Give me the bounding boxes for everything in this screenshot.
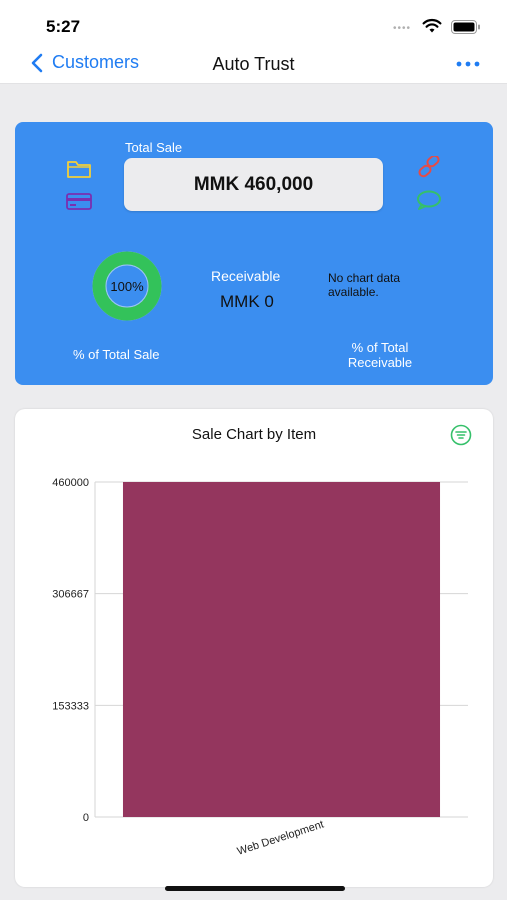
total-sale-label: Total Sale: [125, 140, 183, 155]
receivable-label: Receivable: [211, 268, 281, 284]
status-time: 5:27: [46, 17, 81, 36]
chart-title: Sale Chart by Item: [191, 426, 317, 443]
y-tick-label: 306667: [52, 589, 89, 601]
total-sale-donut-chart: 100%: [85, 250, 169, 322]
bar: [122, 482, 441, 817]
credit-card-icon[interactable]: [65, 190, 93, 212]
total-sale-value: MMK 460,000: [124, 158, 383, 211]
link-icon[interactable]: [415, 156, 443, 178]
wifi-icon: [422, 18, 442, 33]
y-tick-label: 0: [83, 812, 89, 824]
pct-total-receivable-label: % of Total Receivable: [347, 340, 413, 370]
no-chart-data-message: No chart data available.: [328, 271, 401, 299]
status-bar: 5:27 ••••: [0, 0, 507, 46]
receivable-value: MMK 0: [220, 292, 274, 311]
pct-total-sale-label: % of Total Sale: [73, 347, 160, 362]
x-tick-label: Web Development: [236, 818, 326, 857]
filter-icon[interactable]: [450, 424, 472, 446]
home-indicator: [165, 886, 345, 891]
more-options-icon[interactable]: [455, 54, 481, 74]
y-tick-label: 153333: [52, 700, 89, 712]
sales-summary-card: Total Sale MMK 460,000 100% Receivable M…: [15, 122, 493, 385]
signal-dots-icon: ••••: [393, 23, 412, 34]
folder-icon[interactable]: [65, 158, 93, 180]
page-title: Auto Trust: [212, 54, 295, 74]
donut-percent-label: 100%: [110, 278, 144, 294]
chat-bubble-icon[interactable]: [415, 189, 443, 211]
sale-bar-chart: 460000 306667 153333 0 Web Development: [52, 477, 468, 858]
y-tick-label: 460000: [52, 477, 89, 489]
sale-chart-card: 460000 306667 153333 0 Web Development Sale …: [15, 409, 493, 887]
navigation-bar: Customers Auto Trust: [0, 46, 507, 84]
battery-icon: [451, 20, 480, 34]
